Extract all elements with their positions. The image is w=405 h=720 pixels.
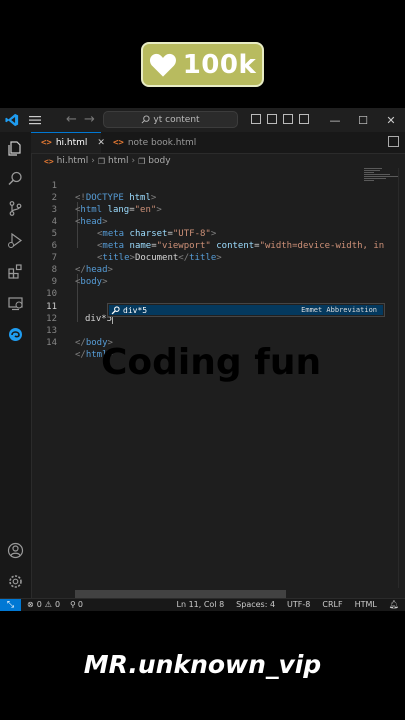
code-line: 1 <!DOCTYPE html>: [51, 181, 157, 203]
html-file-icon: <>: [41, 138, 52, 148]
code-line: 3 <head>: [51, 205, 108, 227]
remote-explorer-icon[interactable]: [7, 295, 24, 312]
code-line: 6 <title>Document</title>: [51, 241, 222, 263]
search-icon[interactable]: [7, 170, 24, 187]
status-right: Ln 11, Col 8 Spaces: 4 UTF-8 CRLF HTML 🔔…: [177, 600, 400, 609]
layout-controls: [251, 114, 309, 124]
indentation[interactable]: Spaces: 4: [236, 600, 275, 609]
edge-browser-icon[interactable]: [7, 326, 24, 343]
editor-actions: [388, 136, 399, 147]
activity-bar: [0, 132, 32, 598]
suggestion-detail: Emmet Abbreviation: [301, 306, 377, 314]
status-ports[interactable]: ⚲ 0: [70, 600, 83, 609]
arrow-right-icon[interactable]: →: [84, 112, 95, 127]
html-file-icon: <>: [113, 137, 124, 148]
overlay-title: Coding fun: [101, 342, 322, 383]
minimap[interactable]: [364, 168, 398, 188]
search-text: yt content: [153, 114, 200, 125]
status-problems[interactable]: ⊗ 0 ⚠ 0: [27, 600, 60, 609]
autocomplete-suggestions: div*5 Emmet Abbreviation: [107, 303, 385, 317]
code-line: 12: [46, 314, 57, 324]
code-line: 13 </body>: [46, 326, 113, 348]
chevron-right-icon: ›: [91, 156, 95, 166]
code-line: 5 <meta name="viewport" content="width=d…: [51, 229, 385, 251]
command-center-search[interactable]: yt content: [103, 111, 238, 128]
source-control-icon[interactable]: [7, 200, 24, 217]
code-line: 2 <html lang="en">: [51, 193, 162, 215]
code-line: 14 </html>: [46, 338, 113, 360]
chevron-right-icon: ›: [131, 156, 136, 166]
explorer-icon[interactable]: [7, 140, 24, 157]
code-line: 10: [46, 289, 57, 299]
breadcrumb-body[interactable]: body: [148, 156, 170, 166]
window-controls: — ☐ ✕: [321, 108, 405, 132]
toggle-primary-sidebar-icon[interactable]: [251, 114, 261, 124]
tab-label: hi.html: [55, 138, 88, 148]
tab-note-book-html[interactable]: <> note book.html: [103, 132, 213, 153]
breadcrumb-file[interactable]: hi.html: [57, 156, 89, 166]
horizontal-scrollbar[interactable]: [75, 590, 286, 598]
element-icon: ❐: [138, 156, 146, 166]
creator-handle: MR.unknown_vip: [83, 650, 322, 679]
warning-count: 0: [54, 600, 61, 609]
ports-count: 0: [77, 600, 83, 609]
heart-icon: [149, 53, 176, 77]
encoding[interactable]: UTF-8: [287, 600, 310, 609]
end-of-line[interactable]: CRLF: [322, 600, 342, 609]
title-bar: ← → yt content — ☐ ✕: [0, 108, 405, 132]
cursor-position[interactable]: Ln 11, Col 8: [177, 600, 225, 609]
like-count: 100k: [182, 49, 257, 80]
menu-icon[interactable]: [28, 113, 42, 127]
split-editor-icon[interactable]: [388, 136, 399, 147]
gear-icon[interactable]: [7, 573, 24, 590]
code-line: 9: [51, 277, 57, 287]
ports-icon: ⚲: [70, 600, 76, 609]
arrow-left-icon[interactable]: ←: [66, 112, 77, 127]
error-icon: ⊗: [27, 600, 34, 609]
status-bar: ⤡ ⊗ 0 ⚠ 0 ⚲ 0 Ln 11, Col 8 Spaces: 4 UTF…: [0, 598, 405, 611]
maximize-icon[interactable]: ☐: [349, 108, 377, 132]
vertical-scrollbar[interactable]: [398, 168, 405, 588]
error-count: 0: [36, 600, 42, 609]
tab-label: note book.html: [127, 137, 197, 148]
html-file-icon: <>: [44, 156, 54, 166]
like-badge: 100k: [141, 42, 264, 87]
toggle-secondary-sidebar-icon[interactable]: [283, 114, 293, 124]
search-icon: [141, 115, 150, 124]
tab-hi-html[interactable]: <> hi.html ✕: [31, 132, 105, 153]
extensions-icon[interactable]: [7, 263, 24, 280]
editor-tabs: <> hi.html ✕ <> note book.html: [31, 132, 405, 154]
suggestion-label: div*5: [123, 305, 148, 315]
code-line: 7 </head>: [51, 253, 113, 275]
run-debug-icon[interactable]: [7, 232, 24, 249]
warning-icon: ⚠: [44, 600, 52, 609]
vscode-logo-icon: [5, 113, 19, 127]
remote-indicator-icon[interactable]: ⤡: [0, 599, 21, 611]
element-icon: ❐: [97, 156, 105, 166]
language-mode[interactable]: HTML: [355, 600, 377, 609]
code-line-current: 11 div*5: [46, 302, 114, 324]
customize-layout-icon[interactable]: [299, 114, 309, 124]
toggle-panel-icon[interactable]: [267, 114, 277, 124]
code-line: 8 <body>: [51, 265, 108, 287]
account-icon[interactable]: [7, 542, 24, 559]
breadcrumb: <> hi.html › ❐ html › ❐ body: [44, 154, 171, 168]
code-line: 4 <meta charset="UTF-8">: [51, 217, 217, 239]
close-icon[interactable]: ✕: [377, 108, 405, 132]
suggestion-item[interactable]: div*5 Emmet Abbreviation: [109, 305, 383, 315]
vscode-window: ← → yt content — ☐ ✕ <> hi.html ✕ <> not…: [0, 108, 405, 611]
minimize-icon[interactable]: —: [321, 108, 349, 132]
breadcrumb-html[interactable]: html: [108, 156, 129, 166]
bell-icon[interactable]: 🔔︎: [389, 600, 399, 609]
wrench-icon: [111, 305, 120, 314]
